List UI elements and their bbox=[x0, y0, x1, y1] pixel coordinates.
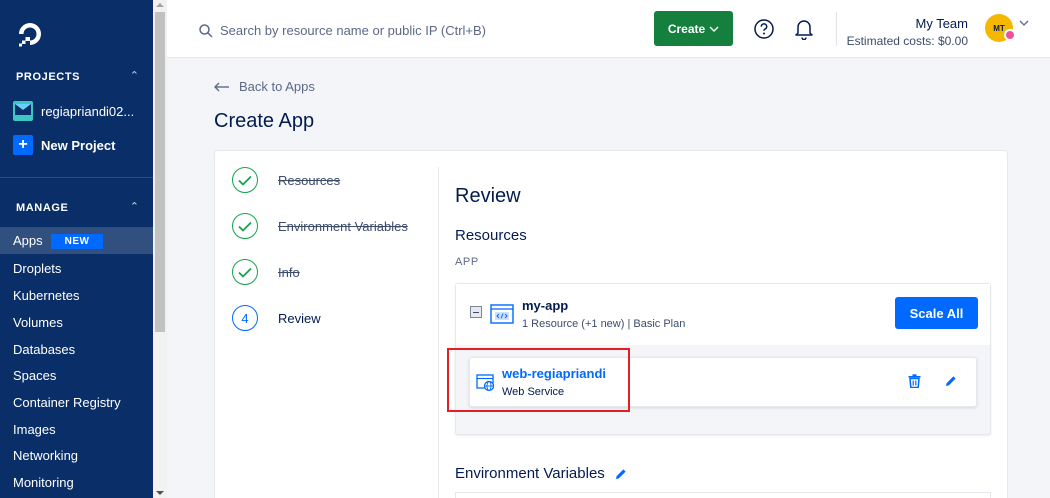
new-project-button[interactable]: + New Project bbox=[13, 135, 115, 155]
sidebar-item-label: Monitoring bbox=[13, 475, 74, 490]
sidebar-item-networking[interactable]: Networking bbox=[0, 442, 153, 469]
help-icon[interactable] bbox=[754, 19, 774, 39]
projects-heading: PROJECTS bbox=[16, 71, 81, 83]
plus-icon: + bbox=[13, 135, 33, 155]
pencil-icon[interactable] bbox=[615, 468, 627, 480]
environment-variables-heading: Environment Variables bbox=[455, 465, 627, 482]
scroll-up-arrow-icon[interactable] bbox=[156, 3, 164, 7]
project-name: regiapriandi02... bbox=[41, 103, 135, 119]
app-name: my-app bbox=[522, 298, 569, 313]
step-review[interactable]: 4 Review bbox=[232, 305, 321, 331]
sidebar-item-spaces[interactable]: Spaces bbox=[0, 362, 153, 389]
scrollbar-thumb[interactable] bbox=[155, 12, 165, 332]
projects-collapse-chevron-icon[interactable]: ⌃ bbox=[130, 69, 139, 82]
check-icon bbox=[232, 167, 258, 193]
estimated-costs: Estimated costs: $0.00 bbox=[846, 34, 968, 48]
resources-heading: Resources bbox=[455, 227, 527, 244]
steps-divider bbox=[438, 167, 439, 498]
trash-icon[interactable] bbox=[908, 374, 921, 388]
pencil-icon[interactable] bbox=[945, 375, 957, 387]
bell-icon[interactable] bbox=[794, 18, 814, 40]
sidebar-item-monitoring[interactable]: Monitoring bbox=[0, 469, 153, 496]
sidebar-item-apps[interactable]: Apps NEW bbox=[0, 227, 153, 254]
chevron-down-icon[interactable] bbox=[1019, 20, 1029, 26]
step-environment-variables[interactable]: Environment Variables bbox=[232, 213, 408, 239]
page-title: Create App bbox=[214, 110, 315, 132]
topbar-divider bbox=[836, 12, 837, 46]
back-to-apps-link[interactable]: Back to Apps bbox=[214, 79, 315, 94]
sidebar-item-label: Kubernetes bbox=[13, 288, 80, 303]
create-button[interactable]: Create bbox=[654, 11, 733, 46]
check-icon bbox=[232, 259, 258, 285]
manage-collapse-chevron-icon[interactable]: ⌃ bbox=[130, 200, 139, 213]
env-variables-panel bbox=[455, 492, 991, 498]
collapse-toggle[interactable] bbox=[470, 306, 482, 318]
sidebar-item-databases[interactable]: Databases bbox=[0, 336, 153, 363]
step-number: 4 bbox=[232, 305, 258, 331]
check-icon bbox=[232, 213, 258, 239]
new-project-label: New Project bbox=[41, 137, 116, 153]
sidebar-item-label: Networking bbox=[13, 448, 79, 463]
step-info[interactable]: Info bbox=[232, 259, 300, 285]
sidebar-item-label: Spaces bbox=[13, 368, 57, 383]
manage-heading: MANAGE bbox=[16, 202, 69, 214]
scroll-down-arrow-icon[interactable] bbox=[156, 491, 164, 495]
env-heading-label: Environment Variables bbox=[455, 465, 605, 482]
new-badge: NEW bbox=[50, 234, 104, 249]
sidebar-project-item[interactable]: regiapriandi02... bbox=[13, 101, 134, 121]
sidebar-divider bbox=[0, 177, 153, 178]
step-label: Review bbox=[278, 310, 321, 326]
step-label: Resources bbox=[278, 172, 341, 188]
digitalocean-logo-icon[interactable] bbox=[15, 19, 45, 49]
sidebar-item-label: Droplets bbox=[13, 261, 62, 276]
highlight-annotation-box bbox=[447, 348, 630, 412]
app-section-label: APP bbox=[455, 256, 479, 268]
arrow-left-icon bbox=[214, 82, 229, 91]
sidebar-item-label: Images bbox=[13, 422, 56, 437]
sidebar-item-label: Container Registry bbox=[13, 395, 121, 410]
chevron-down-icon bbox=[709, 26, 719, 32]
sidebar-scrollbar[interactable] bbox=[153, 0, 167, 498]
step-label: Environment Variables bbox=[278, 218, 408, 234]
sidebar-item-kubernetes[interactable]: Kubernetes bbox=[0, 282, 153, 309]
back-link-label: Back to Apps bbox=[239, 79, 315, 94]
team-name[interactable]: My Team bbox=[916, 16, 969, 31]
app-summary: 1 Resource (+1 new) | Basic Plan bbox=[522, 318, 686, 330]
sidebar-item-label: Apps bbox=[13, 233, 43, 248]
scale-all-button[interactable]: Scale All bbox=[895, 297, 978, 329]
top-bar: Search by resource name or public IP (Ct… bbox=[167, 0, 1050, 58]
avatar-status-icon bbox=[1004, 29, 1016, 41]
search-input[interactable]: Search by resource name or public IP (Ct… bbox=[220, 23, 486, 38]
sidebar-item-droplets[interactable]: Droplets bbox=[0, 255, 153, 282]
project-icon bbox=[13, 101, 33, 121]
app-code-icon bbox=[490, 304, 514, 324]
sidebar-item-label: Databases bbox=[13, 342, 76, 357]
sidebar: PROJECTS ⌃ regiapriandi02... + New Proje… bbox=[0, 0, 153, 498]
create-button-label: Create bbox=[667, 21, 706, 36]
sidebar-item-container-registry[interactable]: Container Registry bbox=[0, 389, 153, 416]
step-resources[interactable]: Resources bbox=[232, 167, 340, 193]
search-icon bbox=[199, 24, 213, 38]
step-label: Info bbox=[278, 264, 300, 280]
review-title: Review bbox=[455, 185, 521, 207]
sidebar-item-volumes[interactable]: Volumes bbox=[0, 309, 153, 336]
sidebar-item-images[interactable]: Images bbox=[0, 416, 153, 443]
sidebar-item-label: Volumes bbox=[13, 315, 63, 330]
